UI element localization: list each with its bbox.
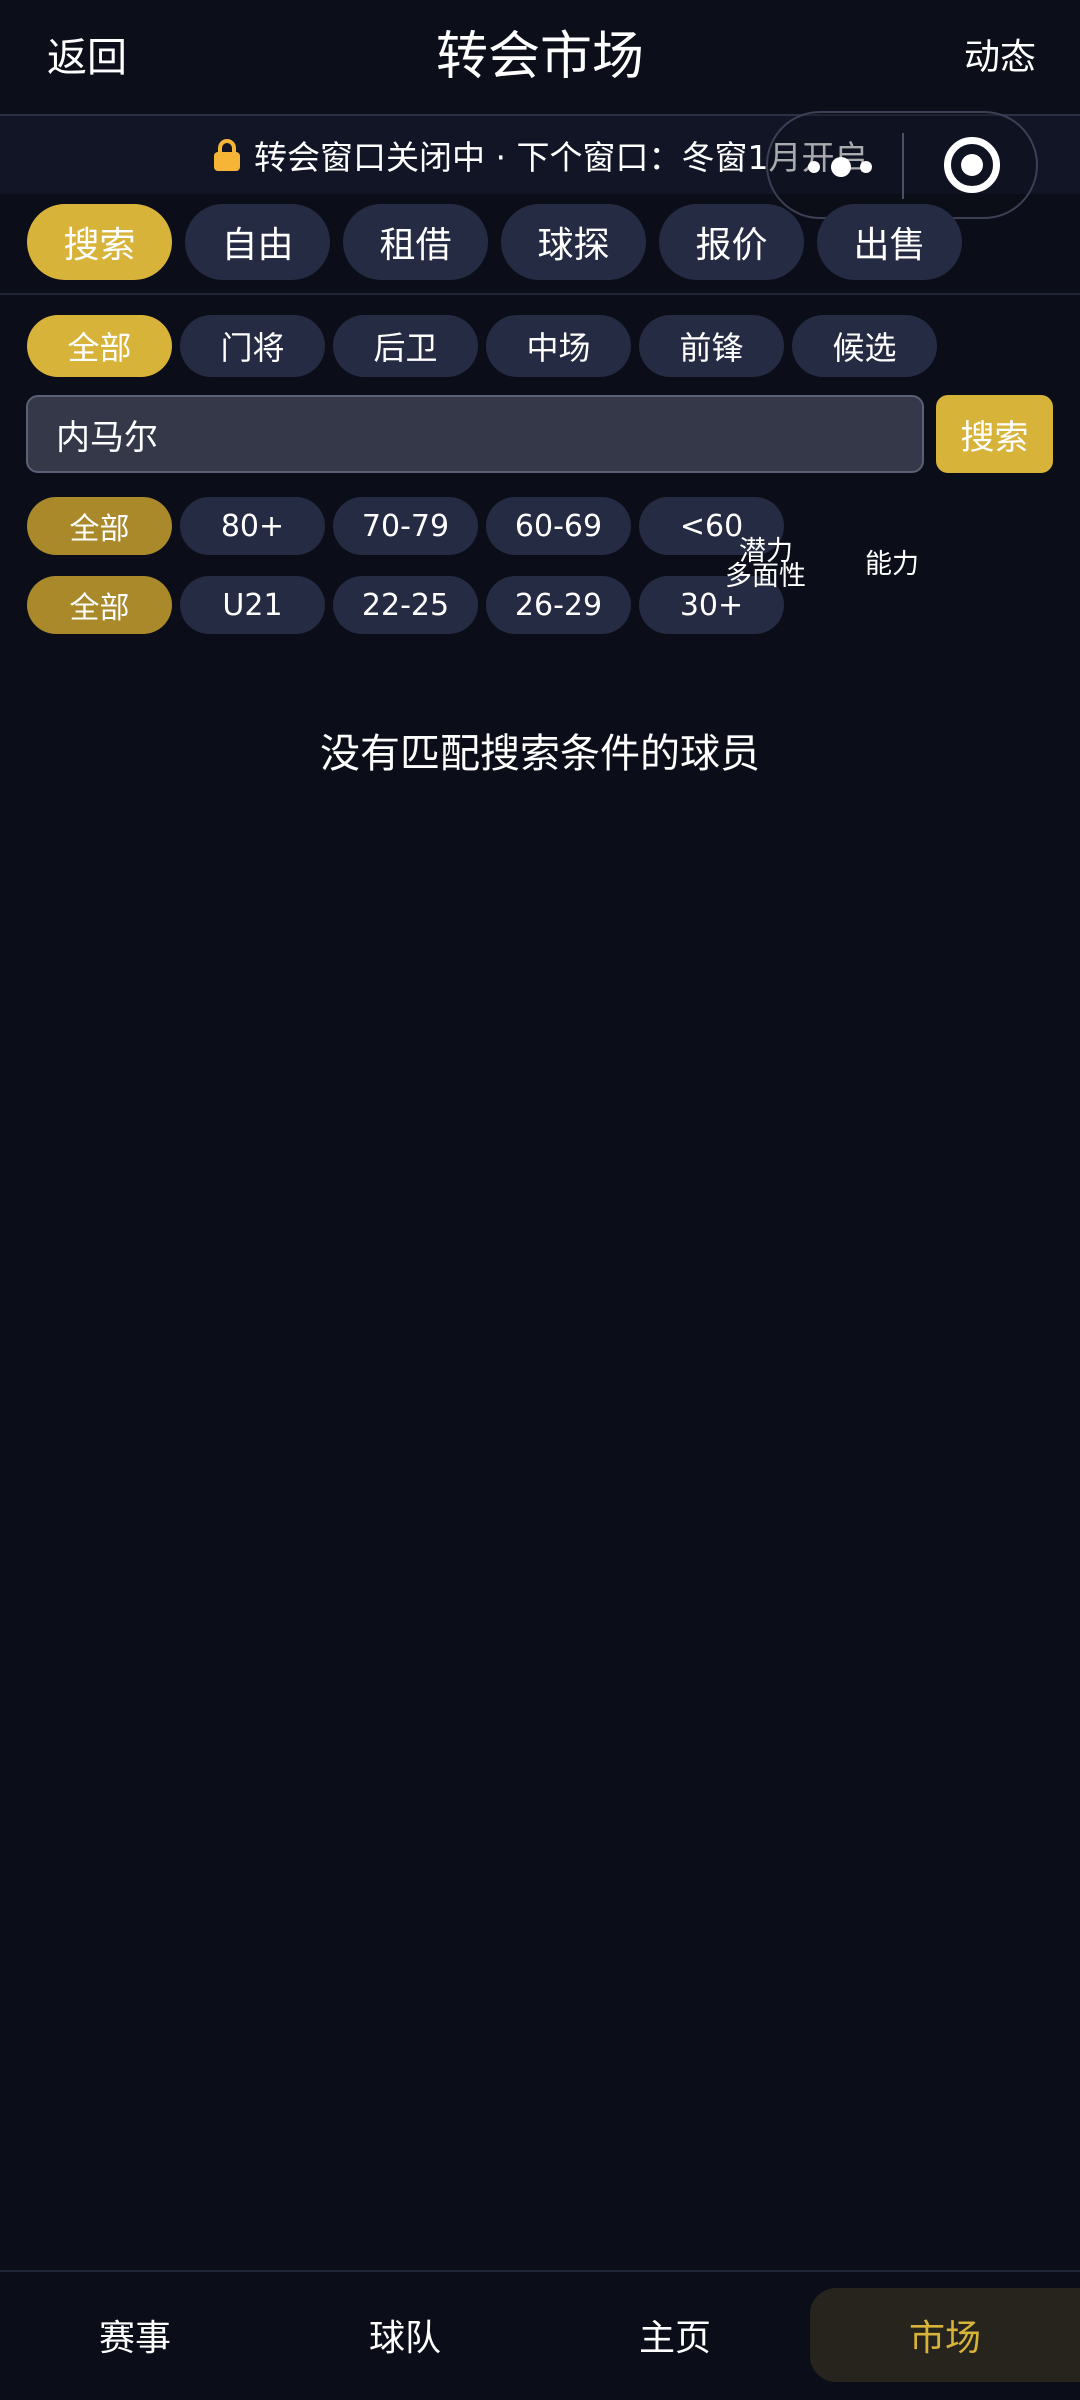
lock-icon — [214, 139, 240, 171]
rating-chip-60-69[interactable]: 60-69 — [486, 497, 631, 555]
rating-chip-all[interactable]: 全部 — [27, 497, 172, 555]
position-chip-all[interactable]: 全部 — [27, 315, 172, 377]
close-miniprogram-icon[interactable] — [944, 137, 1000, 193]
position-chip-goalkeeper[interactable]: 门将 — [180, 315, 325, 377]
capsule-divider — [902, 133, 904, 199]
miniprogram-capsule — [766, 111, 1038, 219]
tab-sell[interactable]: 出售 — [817, 204, 962, 280]
sort-ability[interactable]: 能力 — [865, 549, 919, 581]
transfer-market-page: 返回 转会市场 动态 转会窗口关闭中 · 下个窗口：冬窗1月开启 搜索 自由 租… — [0, 0, 1080, 2400]
rating-chip-70-79[interactable]: 70-79 — [333, 497, 478, 555]
tabs-divider — [0, 293, 1080, 295]
tab-loan[interactable]: 租借 — [343, 204, 488, 280]
position-chip-midfielder[interactable]: 中场 — [486, 315, 631, 377]
search-button[interactable]: 搜索 — [936, 395, 1053, 473]
rating-chip-80-plus[interactable]: 80+ — [180, 497, 325, 555]
tab-search[interactable]: 搜索 — [27, 204, 172, 280]
position-chip-defender[interactable]: 后卫 — [333, 315, 478, 377]
feed-button[interactable]: 动态 — [964, 30, 1036, 86]
sort-versatility[interactable]: 多面性 — [725, 561, 806, 593]
player-search-input[interactable] — [26, 395, 924, 473]
position-filter: 全部 门将 后卫 中场 前锋 候选 — [27, 315, 937, 377]
nav-market[interactable]: 市场 — [810, 2288, 1080, 2382]
age-chip-u21[interactable]: U21 — [180, 576, 325, 634]
tab-scout[interactable]: 球探 — [501, 204, 646, 280]
header: 返回 转会市场 动态 — [0, 0, 1080, 116]
nav-matches[interactable]: 赛事 — [0, 2288, 270, 2382]
rating-filter: 全部 80+ 70-79 60-69 <60 — [27, 497, 784, 555]
age-chip-all[interactable]: 全部 — [27, 576, 172, 634]
age-chip-22-25[interactable]: 22-25 — [333, 576, 478, 634]
position-chip-shortlist[interactable]: 候选 — [792, 315, 937, 377]
age-filter: 全部 U21 22-25 26-29 30+ — [27, 576, 784, 634]
nav-team[interactable]: 球队 — [270, 2288, 540, 2382]
nav-home[interactable]: 主页 — [540, 2288, 810, 2382]
tab-free[interactable]: 自由 — [185, 204, 330, 280]
page-title: 转会市场 — [435, 27, 644, 87]
position-chip-forward[interactable]: 前锋 — [639, 315, 784, 377]
tab-offers[interactable]: 报价 — [659, 204, 804, 280]
empty-results-message: 没有匹配搜索条件的球员 — [320, 731, 760, 777]
age-chip-26-29[interactable]: 26-29 — [486, 576, 631, 634]
more-icon[interactable] — [808, 153, 874, 181]
market-tabs: 搜索 自由 租借 球探 报价 出售 — [27, 204, 962, 280]
bottom-nav: 赛事 球队 主页 市场 — [0, 2272, 1080, 2400]
